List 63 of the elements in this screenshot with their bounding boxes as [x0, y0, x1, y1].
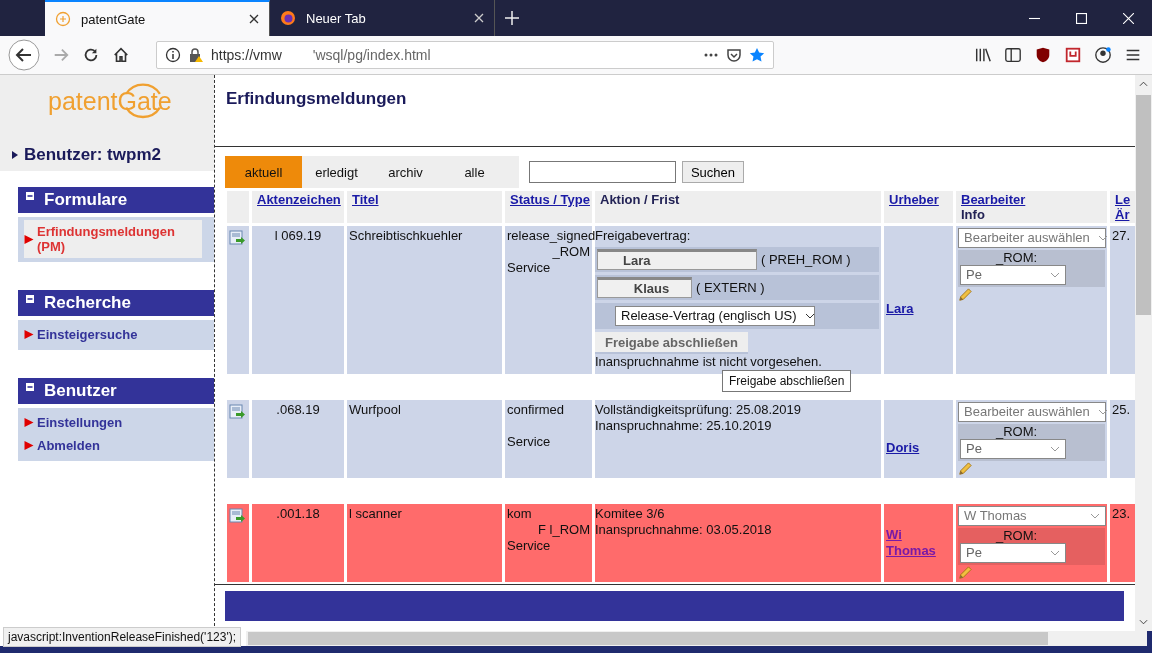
sidebar-item[interactable]: Abmelden	[18, 434, 214, 457]
deadline-text: Inanspruchnahme: 25.10.2019	[595, 418, 772, 433]
file-number: .068.19	[276, 402, 320, 417]
section-header[interactable]: Benutzer	[18, 378, 214, 404]
assignee-select[interactable]: W Thomas	[958, 506, 1106, 526]
invention-title: Wurfpool	[349, 402, 401, 417]
rom-label: _ROM:	[996, 250, 1038, 265]
date-text: 27.	[1112, 228, 1131, 243]
search-button[interactable]: Suchen	[682, 161, 744, 183]
status-text: confirmed	[507, 402, 565, 417]
approver-button[interactable]: Lara	[597, 249, 757, 270]
filter-tab[interactable]: aktuell	[225, 156, 302, 188]
date-text: 25.	[1112, 402, 1131, 417]
browser-tab[interactable]: patentGate	[45, 0, 270, 36]
note-text: Inanspruchnahme ist nicht vorgesehen.	[595, 354, 822, 369]
column-subheader: Info	[961, 207, 985, 222]
rom-select[interactable]: Pe	[960, 543, 1066, 563]
status-text: release_signed	[507, 228, 596, 243]
address-bar[interactable]: https://vmw 'wsql/pg/index.html	[156, 41, 774, 69]
filter-tab[interactable]: alle	[440, 156, 509, 188]
assignee-select[interactable]: Bearbeiter auswählen	[958, 402, 1106, 422]
sidebar-item[interactable]: Einstellungen	[18, 411, 214, 434]
contract-select[interactable]: Release-Vertrag (englisch US)	[615, 306, 815, 326]
author-link[interactable]: Lara	[886, 283, 914, 317]
status-text: _ROM	[552, 244, 590, 259]
user-name: Benutzer: twpm2	[24, 145, 161, 165]
column-subheader[interactable]: Är	[1115, 207, 1130, 222]
status-text: Service	[507, 434, 551, 449]
invention-title: Schreibtischkuehler	[349, 228, 463, 243]
action-label: Freigabevertrag:	[595, 228, 691, 243]
filter-tab[interactable]: archiv	[371, 156, 440, 188]
column-header: Aktion / Frist	[600, 192, 680, 207]
section-header[interactable]: Formulare	[18, 187, 214, 213]
sidebar-item[interactable]: Erfindungsmeldungen (PM)	[24, 220, 202, 258]
invention-title: l scanner	[349, 506, 402, 521]
release-button[interactable]: Freigabe abschließen	[595, 332, 748, 354]
rom-label: _ROM:	[996, 424, 1038, 439]
deadline-text: Komitee 3/6	[595, 506, 665, 521]
status-text: Service	[507, 538, 551, 553]
file-number: .001.18	[276, 506, 320, 521]
file-number: l 069.19	[274, 228, 322, 243]
filter-tab[interactable]: erledigt	[302, 156, 371, 188]
column-header-link[interactable]: Titel	[352, 192, 379, 207]
section-header[interactable]: Recherche	[18, 290, 214, 316]
tooltip: Freigabe abschließen	[722, 370, 852, 392]
column-header-link[interactable]: Le	[1115, 192, 1131, 207]
logo: patentGate	[48, 83, 178, 119]
rom-select[interactable]: Pe	[960, 439, 1066, 459]
status-text: kom	[507, 506, 532, 521]
assignee-select[interactable]: Bearbeiter auswählen	[958, 228, 1106, 248]
rom-label: _ROM:	[996, 528, 1038, 543]
approver-org: ( PREH_ROM )	[761, 251, 851, 268]
rom-select[interactable]: Pe	[960, 265, 1066, 285]
approver-button[interactable]: Klaus	[597, 277, 692, 298]
approver-org: ( EXTERN )	[696, 279, 765, 296]
status-text: F l_ROM	[538, 522, 590, 537]
page-title: Erfindungsmeldungen	[226, 89, 407, 108]
column-header-link[interactable]: Bearbeiter	[961, 192, 1026, 207]
status-text: Service	[507, 260, 551, 275]
date-text: 23.	[1112, 506, 1131, 521]
deadline-text: Vollständigkeitsprüfung: 25.08.2019	[595, 402, 801, 417]
deadline-text: Inanspruchnahme: 03.05.2018	[595, 522, 772, 537]
status-bar: javascript:InventionReleaseFinished('123');	[3, 627, 242, 647]
